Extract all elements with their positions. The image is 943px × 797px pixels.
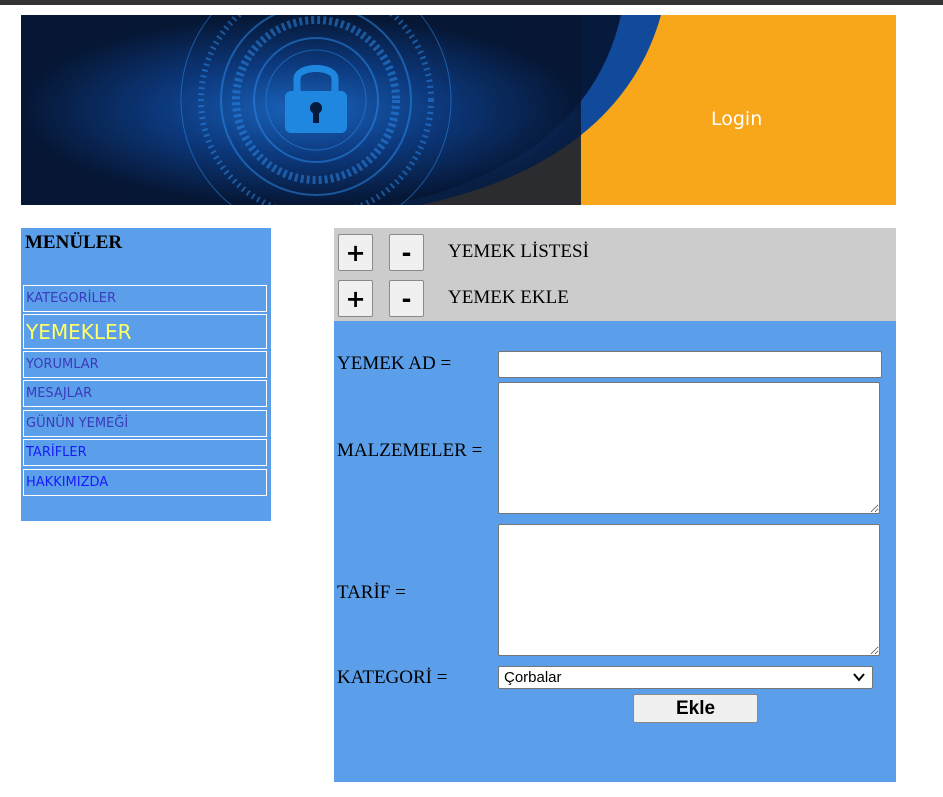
yemek-listesi-label: YEMEK LİSTESİ [448,241,589,262]
add-food-form: YEMEK AD = MALZEMELER = TARİF = KATEGORİ… [334,321,896,782]
sidebar-item-tarifler[interactable]: TARİFLER [23,439,267,466]
chevron-down-icon [853,673,865,682]
yemek-ekle-label: YEMEK EKLE [448,287,569,308]
recipe-label: TARİF = [337,582,406,603]
sidebar-title: MENÜLER [25,232,123,253]
sidebar-item-yorumlar[interactable]: YORUMLAR [23,351,267,378]
food-name-label: YEMEK AD = [337,353,452,374]
category-select[interactable]: Çorbalar [498,666,873,689]
food-name-input[interactable] [498,351,882,378]
collapse-yemek-listesi-button[interactable]: - [389,234,424,271]
expand-yemek-listesi-button[interactable]: + [338,234,373,271]
sidebar-item-gunun-yemegi[interactable]: GÜNÜN YEMEĞİ [23,410,267,437]
collapse-yemek-ekle-button[interactable]: - [389,280,424,317]
sidebar-menu: MENÜLER KATEGORİLER YEMEKLER YORUMLAR ME… [21,228,271,521]
login-link[interactable]: Login [711,108,762,130]
sidebar-item-mesajlar[interactable]: MESAJLAR [23,380,267,407]
category-label: KATEGORİ = [337,667,448,688]
section-toggle-panel: + - YEMEK LİSTESİ + - YEMEK EKLE [334,228,896,321]
header-banner: Login [21,15,896,205]
recipe-textarea[interactable] [498,524,880,656]
category-selected-value: Çorbalar [504,669,562,686]
ingredients-textarea[interactable] [498,382,880,514]
expand-yemek-ekle-button[interactable]: + [338,280,373,317]
top-bar [0,0,943,5]
sidebar-item-yemekler[interactable]: YEMEKLER [23,314,267,349]
ekle-submit-button[interactable]: Ekle [633,694,758,723]
sidebar-item-hakkimizda[interactable]: HAKKIMIZDA [23,469,267,496]
security-banner-image [21,15,896,205]
sidebar-item-kategoriler[interactable]: KATEGORİLER [23,285,267,312]
ingredients-label: MALZEMELER = [337,440,483,461]
